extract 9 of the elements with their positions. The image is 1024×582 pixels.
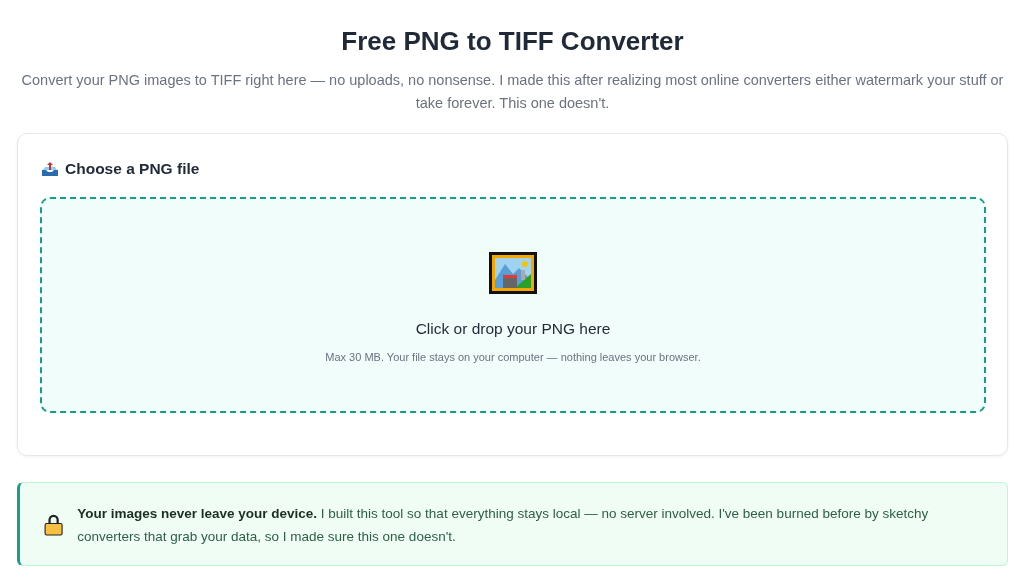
framed-picture-icon xyxy=(489,251,537,294)
drop-zone[interactable]: Click or drop your PNG here Max 30 MB. Your file stays on your computer — nothing leaves your browser. xyxy=(40,197,986,413)
file-size-hint: Max 30 MB. Your file stays on your computer — nothing leaves your browser. xyxy=(325,350,701,363)
page-subtitle: Convert your PNG images to TIFF right here — no uploads, no nonsense. I made this after realizing most online converters either watermark your stuff or take forever. This one doesn't. xyxy=(20,71,1005,113)
privacy-text: Your images never leave your device. I built this tool so that everything stays local — no server involved. I've been burned before by sketchy converters that grab your data, so I made sure this one doesn't. xyxy=(77,505,930,546)
drop-instruction: Click or drop your PNG here xyxy=(415,319,611,338)
upload-tray-icon xyxy=(40,161,60,177)
file-label: Choose a PNG file xyxy=(65,160,200,178)
page-title: Free PNG to TIFF Converter xyxy=(341,26,684,57)
